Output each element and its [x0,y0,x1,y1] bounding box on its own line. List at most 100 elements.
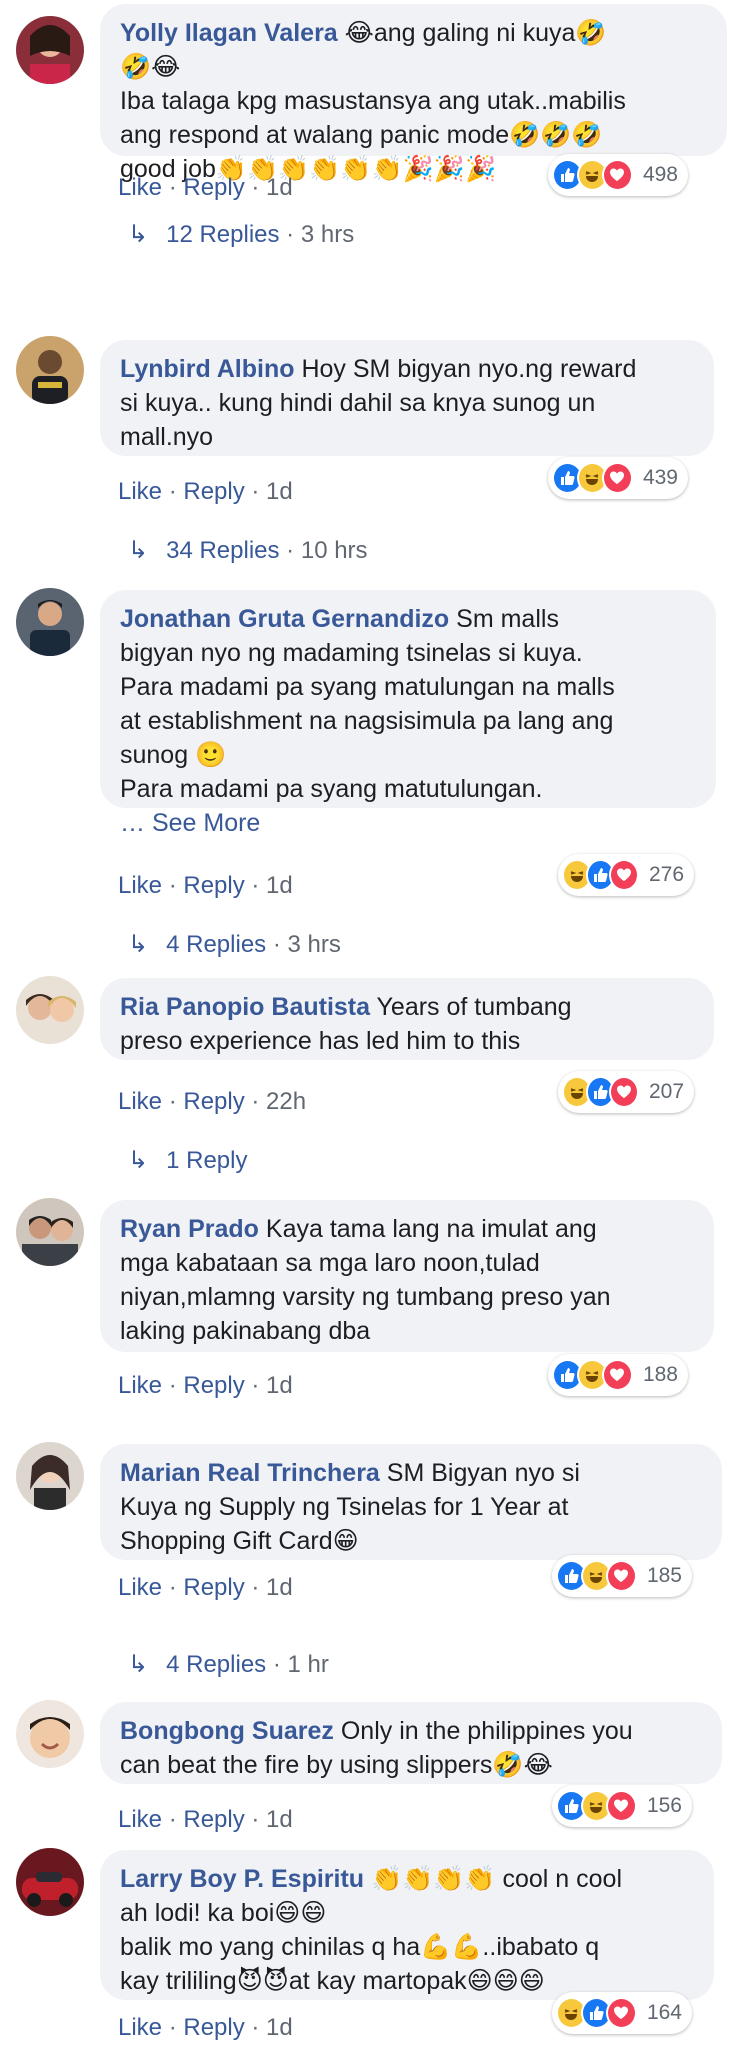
reply-arrow-icon: ↳ [128,1651,149,1678]
reaction-summary[interactable]: 439 [548,457,688,499]
view-replies-link[interactable]: ↳ 12 Replies · 3 hrs [128,220,354,249]
comment-author[interactable]: Yolly Ilagan Valera [120,19,338,47]
like-link[interactable]: Like [118,1372,162,1399]
reply-arrow-icon: ↳ [128,1147,149,1174]
reaction-count: 276 [648,863,685,886]
view-replies-link[interactable]: ↳ 34 Replies · 10 hrs [128,536,368,565]
comment-text-line: can beat the fire by using slippers🤣😂 [120,1751,553,1779]
comment-text-line: Sm malls [456,605,559,633]
comment-text-line: mga kabataan sa mga laro noon,tulad [120,1249,540,1277]
reply-arrow-icon: ↳ [128,537,149,564]
comment-timestamp[interactable]: 1d [266,1806,293,1833]
comment-actions: Like · Reply · 1d [118,1372,293,1399]
comment-timestamp[interactable]: 1d [266,2014,293,2041]
comment-text-line: SM Bigyan nyo si [386,1459,580,1487]
like-link[interactable]: Like [118,1574,162,1601]
comment-timestamp[interactable]: 1d [266,872,293,899]
love-reaction-icon [601,159,633,191]
reaction-count: 498 [642,163,678,186]
comment-bubble: Yolly Ilagan Valera 😂ang galing ni kuya🤣… [100,4,727,183]
view-replies-link[interactable]: ↳ 1 Reply [128,1146,247,1175]
comment-text-line: Shopping Gift Card😁 [120,1527,359,1555]
reply-link[interactable]: Reply [183,2014,244,2041]
like-link[interactable]: Like [118,1806,162,1833]
avatar[interactable] [16,1700,84,1768]
comment-text-line: bigyan nyo ng madaming tsinelas si kuya. [120,639,583,667]
comment-text-line: Hoy SM bigyan nyo.ng reward [301,355,637,383]
reaction-summary[interactable]: 164 [552,1992,692,2034]
comment-author[interactable]: Lynbird Albino [120,355,295,383]
reaction-summary[interactable]: 207 [558,1071,694,1113]
comment-text-line: laking pakinabang dba [120,1317,371,1345]
avatar[interactable] [16,588,84,656]
reply-link[interactable]: Reply [183,1574,244,1601]
comment-author[interactable]: Ryan Prado [120,1215,259,1243]
reaction-count: 207 [648,1080,685,1103]
love-reaction-icon [605,1560,637,1592]
reaction-count: 164 [646,2001,682,2024]
avatar[interactable] [16,1442,84,1510]
comment-text-line: Iba talaga kpg masustansya ang utak..mab… [120,87,626,115]
comment-bubble: Lynbird Albino Hoy SM bigyan nyo.ng rewa… [100,340,714,456]
love-reaction-icon [609,1076,639,1108]
like-link[interactable]: Like [118,1088,162,1115]
view-replies-link[interactable]: ↳ 4 Replies · 1 hr [128,1650,329,1679]
comment-timestamp[interactable]: 1d [266,174,293,201]
comment-actions: Like · Reply · 1d [118,174,293,201]
reply-link[interactable]: Reply [183,1372,244,1399]
love-reaction-icon [601,1359,633,1391]
reply-link[interactable]: Reply [183,478,244,505]
comment-bubble: Ryan Prado Kaya tama lang na imulat ang … [100,1200,714,1352]
comment-bubble: Bongbong Suarez Only in the philippines … [100,1702,722,1784]
comment-text-line: preso experience has led him to this [120,1027,521,1055]
comment-text-line: mall.nyo [120,423,214,451]
comment-author[interactable]: Jonathan Gruta Gernandizo [120,605,449,633]
comment-author[interactable]: Marian Real Trinchera [120,1459,380,1487]
comment-actions: Like · Reply · 1d [118,2014,293,2041]
comment-bubble: Larry Boy P. Espiritu 👏👏👏👏 cool n cool a… [100,1850,714,2000]
reply-link[interactable]: Reply [183,1806,244,1833]
reply-link[interactable]: Reply [183,174,244,201]
reaction-summary[interactable]: 188 [548,1354,688,1396]
comment-author[interactable]: Ria Panopio Bautista [120,993,370,1021]
reply-link[interactable]: Reply [183,1088,244,1115]
view-replies-link[interactable]: ↳ 4 Replies · 3 hrs [128,930,341,959]
like-link[interactable]: Like [118,872,162,899]
comment-text-line: Only in the philippines you [340,1717,633,1745]
comment-timestamp[interactable]: 1d [266,1574,293,1601]
like-link[interactable]: Like [118,174,162,201]
comment-actions: Like · Reply · 1d [118,872,293,899]
comment-actions: Like · Reply · 1d [118,1806,293,1833]
avatar[interactable] [16,336,84,404]
love-reaction-icon [605,1997,637,2029]
like-link[interactable]: Like [118,478,162,505]
comment-actions: Like · Reply · 1d [118,1574,293,1601]
avatar[interactable] [16,16,84,84]
see-more-link[interactable]: … See More [120,806,696,840]
reply-link[interactable]: Reply [183,872,244,899]
avatar[interactable] [16,976,84,1044]
reaction-summary[interactable]: 498 [548,154,688,196]
comment-bubble: Jonathan Gruta Gernandizo Sm malls bigya… [100,590,716,837]
comment-text-line: at establishment na nagsisimula pa lang … [120,707,614,735]
reply-arrow-icon: ↳ [128,221,149,248]
like-link[interactable]: Like [118,2014,162,2041]
comment-author[interactable]: Bongbong Suarez [120,1717,334,1745]
comment-timestamp[interactable]: 22h [266,1088,306,1115]
comment-text-line: balik mo yang chinilas q ha💪💪..ibabato q [120,1933,600,1961]
comment-text-line: sunog 🙂 [120,741,227,769]
comment-actions: Like · Reply · 22h [118,1088,307,1115]
reaction-summary[interactable]: 276 [558,854,694,896]
comment-timestamp[interactable]: 1d [266,478,293,505]
comment-author[interactable]: Larry Boy P. Espiritu [120,1865,364,1893]
love-reaction-icon [609,859,639,891]
avatar[interactable] [16,1198,84,1266]
comment-text-line: Para madami pa syang matulungan na malls [120,673,615,701]
reaction-summary[interactable]: 156 [552,1785,692,1827]
comment-timestamp[interactable]: 1d [266,1372,293,1399]
comment-text-line: 👏👏👏👏 cool n cool [371,1865,623,1893]
avatar[interactable] [16,1848,84,1916]
comment-text-line: 😂ang galing ni kuya🤣 [344,19,607,47]
reaction-summary[interactable]: 185 [552,1555,692,1597]
comment-actions: Like · Reply · 1d [118,478,293,505]
